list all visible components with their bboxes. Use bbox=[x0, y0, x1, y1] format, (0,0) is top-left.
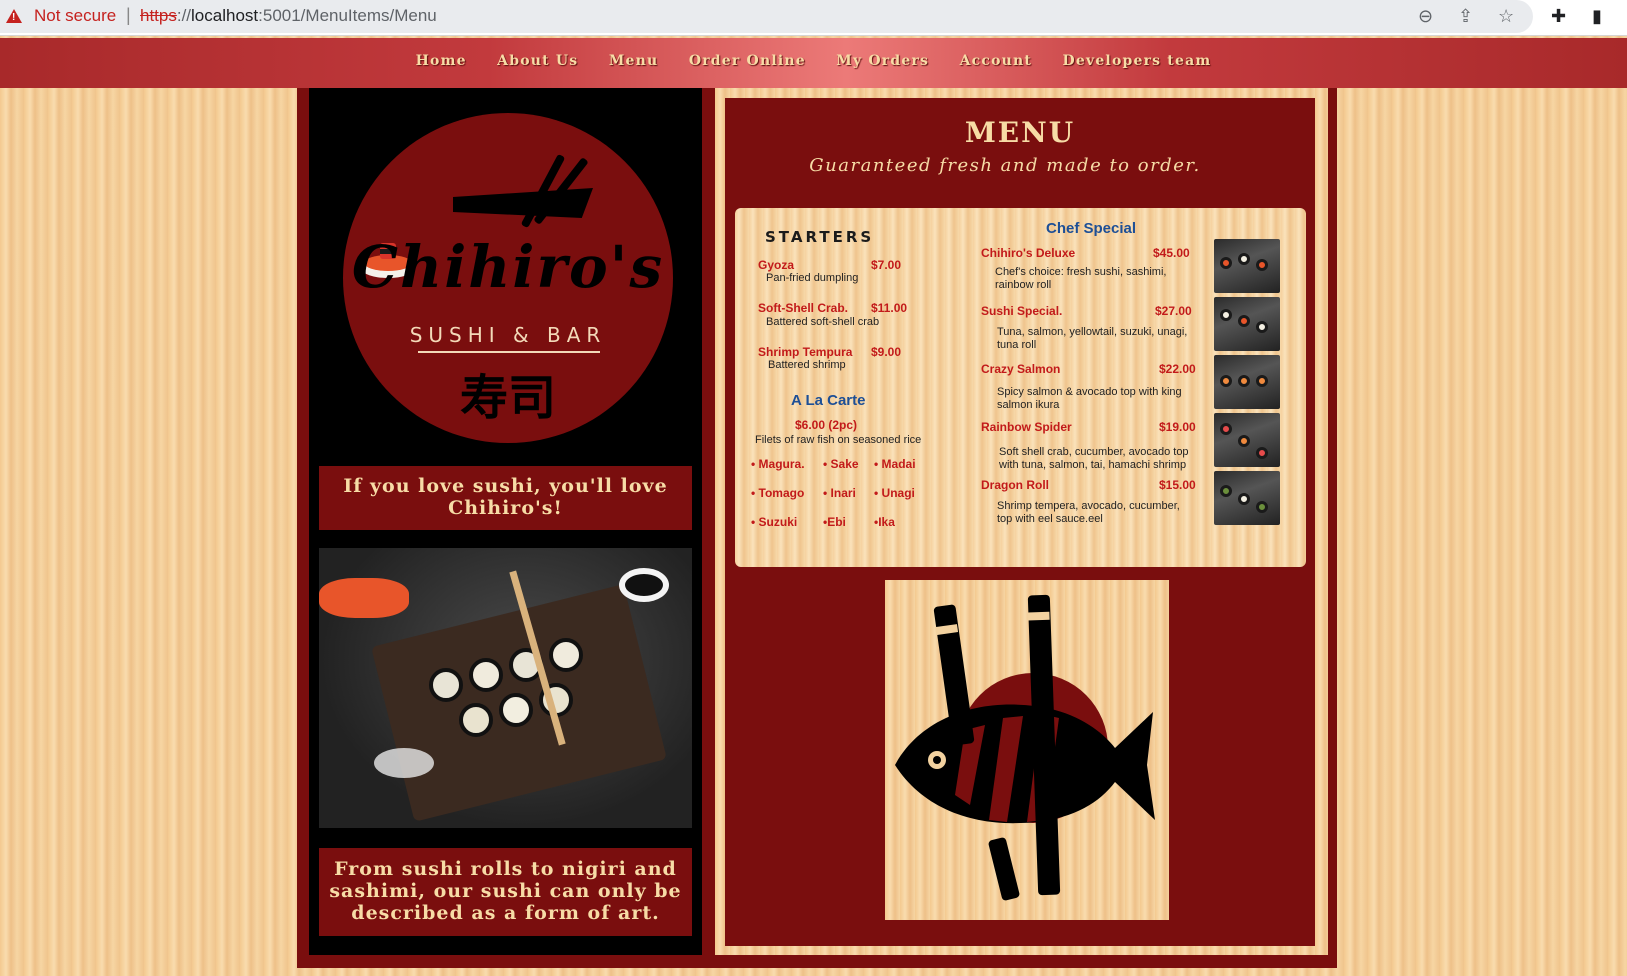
restaurant-logo: Chihiro's SUSHI & BAR 寿司 bbox=[343, 113, 673, 443]
logo-underline bbox=[418, 351, 600, 353]
a-la-carte-item[interactable]: • Inari bbox=[823, 486, 856, 500]
nav-menu[interactable]: Menu bbox=[609, 53, 659, 69]
nav-about-us[interactable]: About Us bbox=[497, 53, 578, 69]
sushi-platter-image bbox=[319, 548, 692, 828]
special-price: $19.00 bbox=[1159, 420, 1196, 434]
security-label[interactable]: Not secure bbox=[34, 6, 116, 26]
special-name[interactable]: Sushi Special. bbox=[981, 304, 1062, 318]
sushi-roll bbox=[499, 693, 533, 727]
special-desc: Soft shell crab, cucumber, avocado top w… bbox=[999, 446, 1189, 471]
special-desc: Spicy salmon & avocado top with king sal… bbox=[997, 386, 1182, 411]
starter-name[interactable]: Shrimp Tempura bbox=[758, 345, 852, 359]
url-separator: :// bbox=[176, 6, 192, 25]
menu-subtitle: Guaranteed fresh and made to order. bbox=[809, 155, 1201, 176]
content-frame: Chihiro's SUSHI & BAR 寿司 If you love sus… bbox=[297, 88, 1337, 968]
chef-special-heading: Chef Special bbox=[1046, 220, 1137, 237]
a-la-carte-item[interactable]: • Tomago bbox=[751, 486, 804, 500]
salmon-nigiri bbox=[319, 578, 409, 618]
bookmark-star-icon[interactable]: ☆ bbox=[1498, 6, 1514, 27]
special-desc: Shrimp tempera, avocado, cucumber, top w… bbox=[997, 500, 1180, 525]
nav-home[interactable]: Home bbox=[416, 53, 467, 69]
a-la-carte-item[interactable]: •Ika bbox=[874, 515, 895, 529]
nav-account[interactable]: Account bbox=[960, 53, 1032, 69]
special-name[interactable]: Chihiro's Deluxe bbox=[981, 246, 1075, 260]
special-name[interactable]: Dragon Roll bbox=[981, 478, 1049, 492]
sushi-roll bbox=[549, 638, 583, 672]
special-price: $45.00 bbox=[1153, 246, 1190, 260]
logo-subtitle: SUSHI & BAR bbox=[409, 323, 607, 347]
extensions-icon[interactable]: ✚ bbox=[1551, 6, 1566, 27]
a-la-carte-item[interactable]: • Sake bbox=[823, 457, 859, 471]
omnibox-divider: | bbox=[126, 5, 131, 25]
special-name[interactable]: Crazy Salmon bbox=[981, 362, 1060, 376]
special-price: $15.00 bbox=[1159, 478, 1196, 492]
starter-name[interactable]: Gyoza bbox=[758, 258, 794, 272]
sushi-roll bbox=[429, 668, 463, 702]
nav-developers-team[interactable]: Developers team bbox=[1063, 53, 1212, 69]
left-column: Chihiro's SUSHI & BAR 寿司 If you love sus… bbox=[309, 88, 702, 955]
starter-desc: Battered shrimp bbox=[768, 359, 846, 371]
sushi-roll bbox=[469, 658, 503, 692]
url-text[interactable]: https://localhost:5001/MenuItems/Menu bbox=[140, 6, 437, 26]
sushi-roll bbox=[459, 703, 493, 737]
starters-heading: STARTERS bbox=[765, 228, 875, 246]
warning-icon[interactable]: ! bbox=[6, 9, 22, 23]
share-icon[interactable]: ⇪ bbox=[1458, 6, 1473, 27]
menu-panel: MENU Guaranteed fresh and made to order.… bbox=[725, 98, 1315, 946]
special-thumbnail bbox=[1214, 297, 1280, 351]
a-la-carte-heading: A La Carte bbox=[791, 392, 866, 409]
starter-price: $11.00 bbox=[871, 301, 908, 315]
a-la-carte-desc: Filets of raw fish on seasoned rice bbox=[755, 434, 922, 446]
a-la-carte-price: $6.00 (2pc) bbox=[795, 418, 858, 432]
nav-order-online[interactable]: Order Online bbox=[689, 53, 806, 69]
starter-price: $9.00 bbox=[871, 345, 902, 359]
logo-wordmark: Chihiro's bbox=[351, 233, 665, 301]
menu-card: STARTERS Gyoza $7.00 Pan-fried dumpling … bbox=[735, 208, 1306, 567]
zoom-out-icon[interactable]: ⊖ bbox=[1418, 6, 1433, 27]
url-path: :5001/MenuItems/Menu bbox=[258, 6, 437, 25]
tagline: If you love sushi, you'll love Chihiro's… bbox=[319, 466, 692, 530]
special-thumbnail bbox=[1214, 413, 1280, 467]
a-la-carte-item[interactable]: • Madai bbox=[874, 457, 916, 471]
url-host: localhost bbox=[191, 6, 259, 25]
special-price: $22.00 bbox=[1159, 362, 1196, 376]
browser-address-bar: ! Not secure | https://localhost:5001/Me… bbox=[0, 0, 1627, 36]
soy-sauce-dish bbox=[619, 568, 669, 602]
a-la-carte-item[interactable]: • Unagi bbox=[874, 486, 915, 500]
fish-chopsticks-emblem bbox=[885, 580, 1169, 920]
starter-price: $7.00 bbox=[871, 258, 902, 272]
a-la-carte-item[interactable]: • Suzuki bbox=[751, 515, 797, 529]
rice-pile bbox=[374, 748, 434, 778]
url-scheme: https bbox=[140, 6, 177, 25]
art-description: From sushi rolls to nigiri and sashimi, … bbox=[319, 848, 692, 936]
starter-desc: Pan-fried dumpling bbox=[766, 272, 859, 284]
special-price: $27.00 bbox=[1155, 304, 1192, 318]
menu-title: MENU bbox=[964, 116, 1076, 149]
site-nav: Home About Us Menu Order Online My Order… bbox=[0, 38, 1627, 88]
side-panel-icon[interactable]: ▮ bbox=[1592, 6, 1602, 27]
omnibox[interactable]: ! Not secure | https://localhost:5001/Me… bbox=[0, 0, 1533, 33]
special-name[interactable]: Rainbow Spider bbox=[981, 420, 1072, 434]
nav-my-orders[interactable]: My Orders bbox=[836, 53, 929, 69]
right-column: MENU Guaranteed fresh and made to order.… bbox=[715, 88, 1328, 955]
a-la-carte-item[interactable]: • Magura. bbox=[751, 457, 805, 471]
starter-name[interactable]: Soft-Shell Crab. bbox=[758, 301, 848, 315]
a-la-carte-item[interactable]: •Ebi bbox=[823, 515, 846, 529]
knife-icon bbox=[453, 188, 593, 218]
special-thumbnail bbox=[1214, 471, 1280, 525]
special-thumbnail bbox=[1214, 355, 1280, 409]
fish-icon bbox=[895, 594, 1155, 901]
special-thumbnail bbox=[1214, 239, 1280, 293]
starter-desc: Battered soft-shell crab bbox=[766, 316, 880, 328]
logo-kanji: 寿司 bbox=[459, 370, 556, 426]
special-desc: Chef's choice: fresh sushi, sashimi, rai… bbox=[995, 266, 1167, 291]
special-desc: Tuna, salmon, yellowtail, suzuki, unagi,… bbox=[997, 326, 1188, 351]
